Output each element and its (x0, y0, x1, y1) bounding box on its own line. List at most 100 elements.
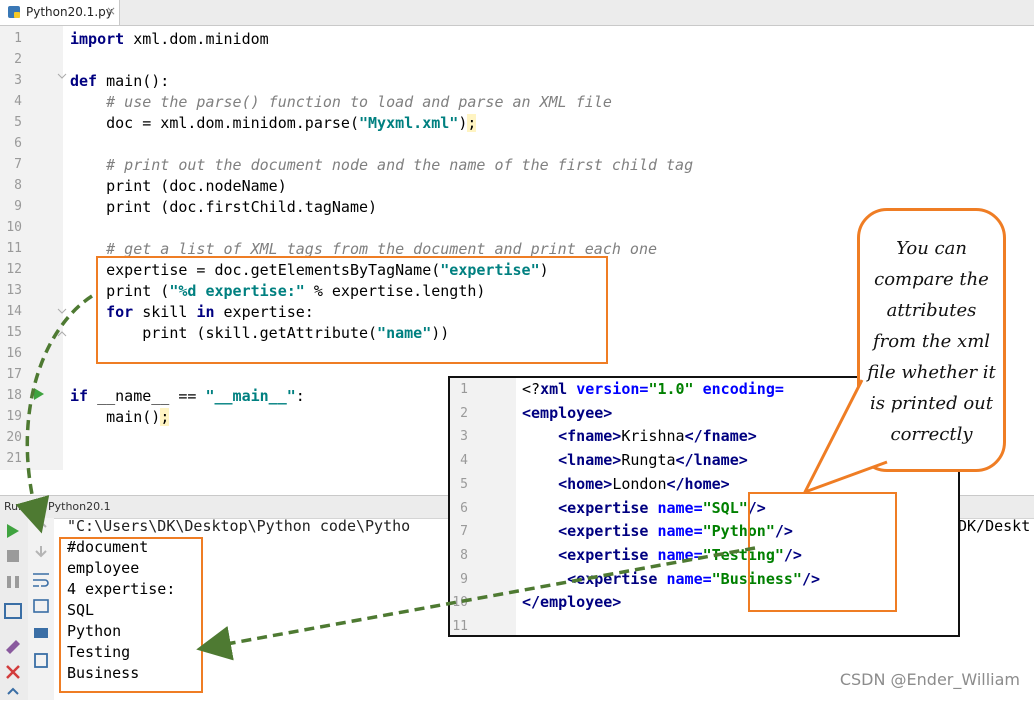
highlight-attributes-box (748, 492, 897, 612)
line-number: 11 (6, 241, 22, 256)
up-arrow-icon (35, 520, 47, 532)
code-token: <employee> (522, 403, 613, 422)
code-token: name= (657, 498, 703, 517)
line-number: 17 (6, 367, 22, 382)
line-number: 5 (14, 115, 22, 130)
scroll-to-end-icon (33, 599, 49, 613)
soft-wrap-icon (33, 573, 49, 587)
close-run-icon (6, 665, 20, 679)
run-config-name: Python20.1 (48, 500, 111, 513)
line-number: 3 (14, 73, 22, 88)
code-line: # use the parse() function to load and p… (70, 93, 612, 111)
code-token: Rungta (621, 451, 676, 470)
tab-python20-1[interactable]: Python20.1.py × (0, 0, 120, 25)
code-token: name= (657, 545, 703, 564)
line-number: 15 (6, 325, 22, 340)
xml-line-number: 8 (460, 547, 468, 563)
run-toolbar (0, 518, 29, 700)
tab-title: Python20.1.py (26, 5, 113, 19)
code-token: <expertise (558, 545, 658, 564)
code-token: <expertise (558, 498, 658, 517)
code-token: # print out the document node and the na… (70, 156, 694, 174)
code-token: def (70, 72, 98, 90)
line-number: 19 (6, 409, 22, 424)
run-toolbar-secondary (28, 518, 54, 700)
line-number: 1 (14, 31, 22, 46)
pin-icon (6, 640, 20, 654)
code-token: "__main__" (205, 387, 296, 405)
xml-line: <home>London</home> (522, 475, 730, 493)
code-token: <? (522, 380, 541, 398)
line-number: 12 (6, 262, 22, 277)
line-number: 7 (14, 157, 22, 172)
stop-icon (7, 550, 19, 562)
xml-line: <fname>Krishna</fname> (522, 427, 757, 445)
code-token: main(): (97, 72, 170, 90)
code-line: print (doc.nodeName) (70, 177, 287, 195)
code-token: "SQL" (702, 498, 748, 517)
code-token: </lname> (675, 451, 748, 470)
line-number: 13 (6, 283, 22, 298)
code-line: def main(): (70, 72, 169, 90)
run-label: Run (4, 500, 26, 513)
code-token: "1.0" (648, 380, 703, 398)
line-number: 14 (6, 304, 22, 319)
xml-line-number: 2 (460, 405, 468, 421)
line-number: 16 (6, 346, 22, 361)
code-token: </fname> (684, 427, 757, 446)
code-line: main(); (70, 408, 170, 426)
line-number: 2 (14, 52, 22, 67)
callout-bubble: You can compare the attributes from the … (857, 208, 1006, 472)
code-token: __name__ == (88, 387, 206, 405)
line-number: 6 (14, 136, 22, 151)
code-token: <expertise (567, 569, 667, 588)
xml-line: <?xml version="1.0" encoding= (522, 380, 784, 398)
code-token: version= (576, 380, 649, 398)
code-token: xml.dom.minidom (124, 30, 269, 48)
run-command-line: "C:\Users\DK\Desktop\Python code\Pytho (67, 517, 411, 535)
xml-line-number: 5 (460, 476, 468, 492)
code-token: encoding= (702, 380, 784, 398)
line-number: 20 (6, 430, 22, 445)
line-number: 21 (6, 451, 22, 466)
code-line: # print out the document node and the na… (70, 156, 693, 174)
code-token: if (70, 387, 89, 405)
python-file-icon (8, 6, 20, 18)
code-token: : (295, 387, 305, 405)
watermark-text: CSDN @Ender_William (839, 670, 1020, 689)
code-token: "Myxml.xml" (358, 114, 459, 132)
code-line: if __name__ == "__main__": (70, 387, 305, 405)
xml-line-number: 9 (460, 571, 468, 587)
code-token: <lname> (558, 451, 622, 470)
code-token: ) (458, 114, 468, 132)
line-number: 10 (6, 220, 22, 235)
run-config-icon (32, 499, 44, 511)
code-token: <home> (558, 474, 613, 493)
callout-text: You can compare the attributes from the … (867, 238, 996, 445)
xml-line-number: 3 (460, 429, 468, 445)
trash-icon (34, 653, 48, 668)
highlight-output-box (59, 537, 203, 693)
code-token: main() (70, 408, 161, 426)
scroll-icon (7, 687, 19, 695)
line-number: 9 (14, 199, 22, 214)
code-token: <expertise (558, 522, 658, 541)
code-token: London (612, 474, 667, 493)
highlight-code-box (96, 256, 608, 364)
code-line: print (doc.firstChild.tagName) (70, 198, 377, 216)
code-token: ; (160, 408, 170, 426)
line-number: 8 (14, 178, 22, 193)
tab-close-icon[interactable]: × (106, 4, 116, 18)
code-token: xml (540, 380, 577, 398)
rerun-icon (7, 524, 19, 538)
code-token: Krishna (621, 427, 685, 446)
code-token: print (doc.nodeName) (70, 177, 287, 195)
code-token: print (doc.firstChild.tagName) (70, 198, 378, 216)
code-token: # use the parse() function to load and p… (70, 93, 612, 111)
